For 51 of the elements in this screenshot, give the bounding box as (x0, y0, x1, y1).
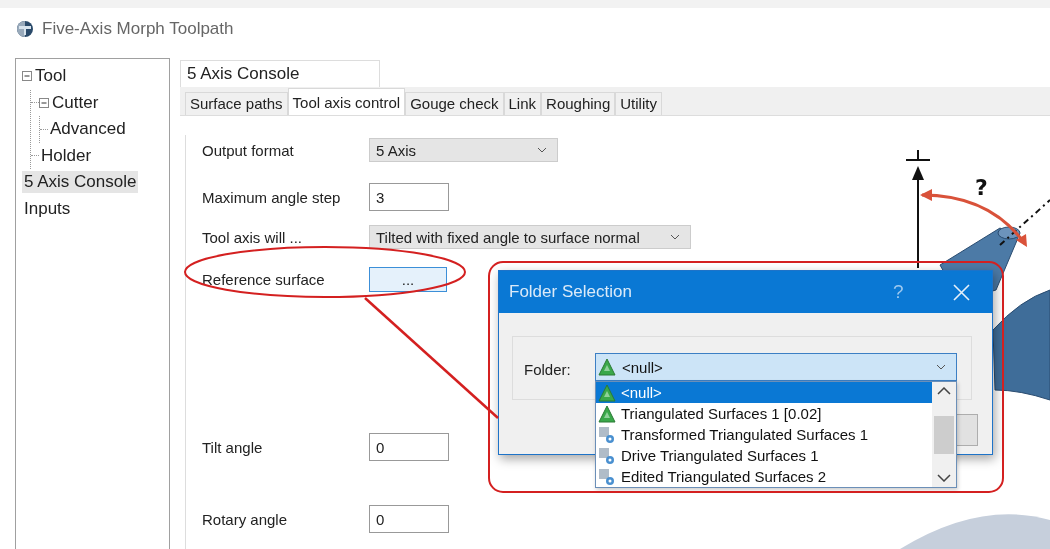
triangle-icon (598, 358, 616, 376)
tab[interactable]: Link (503, 92, 542, 115)
field-label: Output format (202, 141, 295, 159)
input-field[interactable]: 0 (369, 505, 449, 533)
scrollbar[interactable] (932, 382, 956, 487)
collapse-icon[interactable] (39, 97, 49, 108)
caret-icon (537, 147, 547, 153)
page-title: 5 Axis Console (180, 60, 381, 87)
triangle-icon (598, 383, 616, 402)
caret-icon (936, 364, 946, 370)
caret-icon (670, 234, 680, 240)
dropdown-option[interactable]: Edited Triangulated Surfaces 2 (596, 466, 932, 487)
folder-dropdown[interactable]: <null> (595, 353, 957, 381)
dropdown-option[interactable]: Transformed Triangulated Surfaces 1 (596, 424, 932, 445)
tree-item[interactable]: Inputs (22, 197, 73, 220)
field-label: Reference surface (202, 270, 326, 288)
dropdown-option[interactable]: Triangulated Surfaces 1 [0.02] (596, 403, 932, 424)
window-title: Five-Axis Morph Toolpath (42, 19, 234, 39)
input-field[interactable]: 0 (369, 433, 449, 461)
browse-button[interactable]: ... (369, 266, 447, 292)
tree-item[interactable]: 5 Axis Console (22, 171, 139, 194)
angle-label: ? (975, 175, 988, 200)
tab[interactable]: Tool axis control (287, 88, 406, 115)
input-field[interactable]: 3 (369, 183, 449, 211)
close-icon[interactable] (953, 283, 970, 301)
tree-item[interactable]: Advanced (48, 118, 128, 141)
tool-axis-line (999, 199, 1050, 246)
dropdown-option[interactable]: Drive Triangulated Surfaces 1 (596, 445, 932, 466)
dropdown[interactable]: 5 Axis (369, 138, 558, 162)
tab[interactable]: Surface paths (185, 92, 288, 115)
dropdown[interactable]: Tilted with fixed angle to surface normal (369, 225, 691, 249)
surface-gear-icon (598, 425, 616, 444)
field-label: Folder: (524, 361, 571, 378)
tree-item[interactable]: Holder (39, 144, 94, 167)
field-label: Maximum angle step (202, 188, 342, 206)
tree-item[interactable]: Cutter (50, 91, 101, 114)
tree-item[interactable]: Tool (33, 65, 69, 88)
triangle-icon (598, 404, 616, 423)
field-label: Tool axis will ... (202, 228, 304, 246)
field-label: Rotary angle (202, 510, 289, 528)
dropdown-option[interactable]: <null> (596, 382, 932, 403)
tab[interactable]: Roughing (541, 92, 616, 115)
dialog-title: Folder Selection (509, 282, 633, 302)
surface-gear-icon (598, 446, 616, 465)
scroll-down-icon[interactable] (937, 474, 951, 482)
scroll-up-icon[interactable] (937, 387, 951, 395)
tab[interactable]: Utility (615, 92, 662, 115)
field-label: Tilt angle (202, 438, 264, 456)
tab[interactable]: Gouge check (405, 92, 504, 115)
collapse-icon[interactable] (22, 71, 32, 82)
app-icon (16, 20, 34, 38)
